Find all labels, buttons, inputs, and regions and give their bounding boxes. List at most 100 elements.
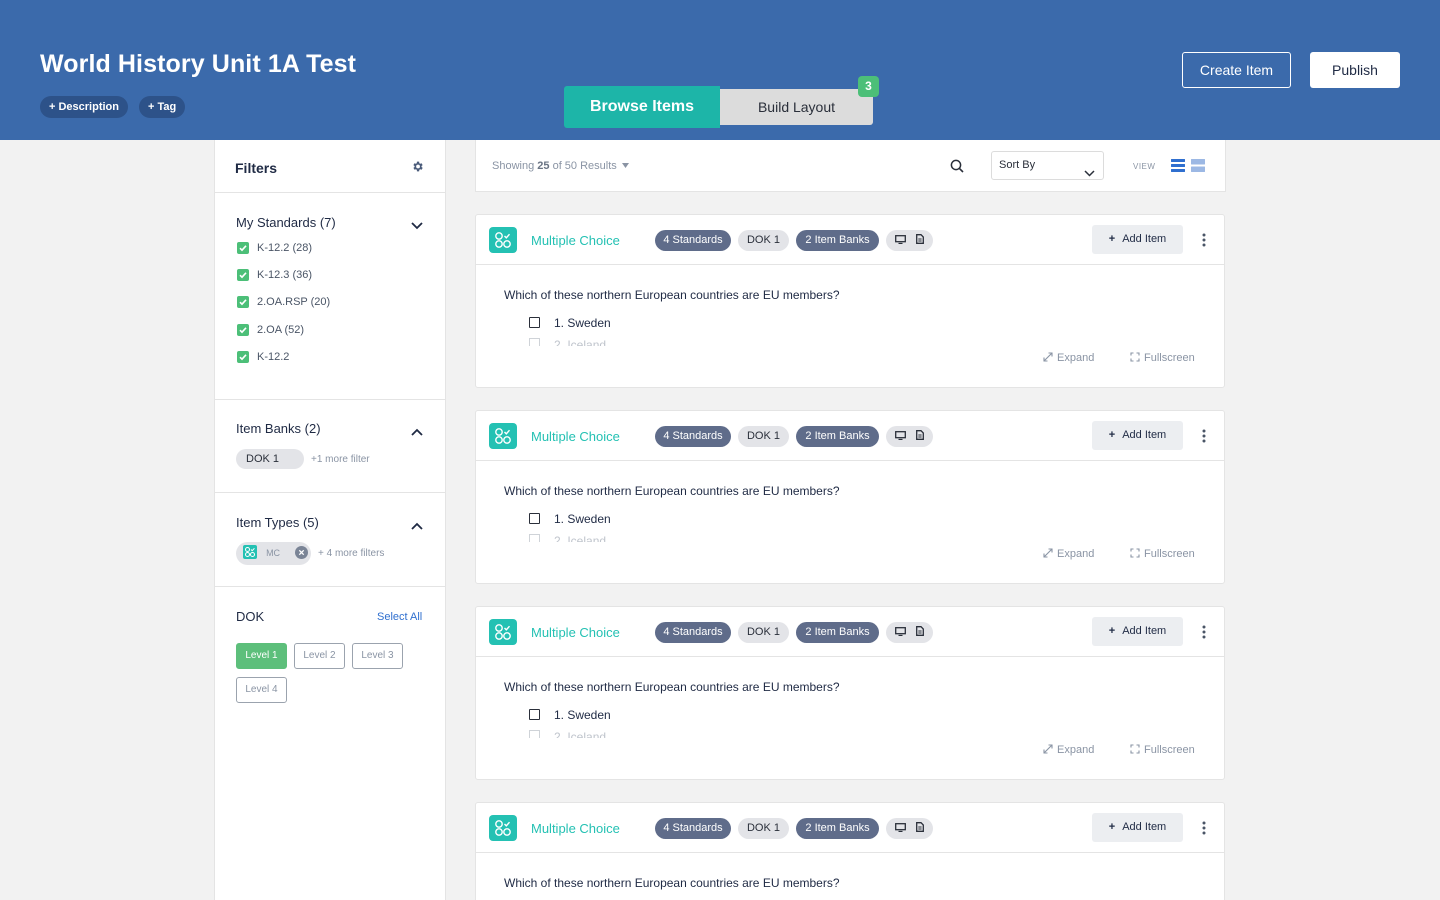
dok-level-4-toggle[interactable]: Level 4 <box>236 677 287 703</box>
search-icon[interactable] <box>950 159 964 178</box>
item-types-section: Item Types (5) MC + 4 more filters <box>215 493 445 587</box>
fullscreen-label: Fullscreen <box>1144 744 1195 756</box>
sort-by-select[interactable]: Sort By <box>991 151 1104 180</box>
add-tag-button[interactable]: + Tag <box>139 96 186 118</box>
item-banks-tag[interactable]: 2 Item Banks <box>796 622 879 643</box>
standard-checkbox-row[interactable]: 2.OA.RSP (20) <box>237 295 330 309</box>
add-item-button[interactable]: + Add Item <box>1092 617 1183 646</box>
chevron-down-icon[interactable] <box>411 217 423 235</box>
filters-sidebar: Filters My Standards (7) K-12.2 (28) K-1… <box>214 140 446 900</box>
item-card[interactable]: Multiple Choice 4 Standards DOK 1 2 Item… <box>475 214 1225 388</box>
question-text: Which of these northern European countri… <box>504 680 840 694</box>
fullscreen-button[interactable]: Fullscreen <box>1130 744 1195 756</box>
expand-button[interactable]: Expand <box>1043 744 1094 756</box>
tab-build-layout[interactable]: Build Layout <box>720 89 873 125</box>
checkbox-checked-icon[interactable] <box>237 269 249 282</box>
chevron-up-icon[interactable] <box>411 423 423 441</box>
card-view-icon[interactable] <box>1191 159 1205 177</box>
standard-label: 2.OA (52) <box>257 324 305 337</box>
answer-option[interactable]: 1. Sweden <box>529 511 611 526</box>
expand-button[interactable]: Expand <box>1043 548 1094 560</box>
item-card[interactable]: Multiple Choice 4 Standards DOK 1 2 Item… <box>475 802 1225 900</box>
dok-level-3-toggle[interactable]: Level 3 <box>352 643 403 669</box>
fullscreen-label: Fullscreen <box>1144 548 1195 560</box>
dok-tag[interactable]: DOK 1 <box>738 622 789 643</box>
more-filters-link[interactable]: +1 more filter <box>311 454 370 465</box>
standards-tag[interactable]: 4 Standards <box>655 426 731 447</box>
standard-label: K-12.2 <box>257 351 290 364</box>
standard-checkbox-row[interactable]: K-12.3 (36) <box>237 268 312 282</box>
checkbox-icon[interactable] <box>529 709 540 721</box>
gear-icon[interactable] <box>411 160 424 178</box>
showing-prefix: Showing <box>492 160 535 172</box>
item-type-label: Multiple Choice <box>531 625 620 640</box>
list-view-icon[interactable] <box>1171 159 1185 177</box>
dok-tag[interactable]: DOK 1 <box>738 426 789 447</box>
expand-label: Expand <box>1057 352 1095 364</box>
more-filters-link[interactable]: + 4 more filters <box>318 548 384 559</box>
create-item-button[interactable]: Create Item <box>1182 52 1291 88</box>
question-text: Which of these northern European countri… <box>504 484 840 498</box>
item-bank-filter-chip[interactable]: DOK 1 <box>236 449 304 469</box>
remove-filter-icon[interactable] <box>295 546 309 559</box>
page-header: World History Unit 1A Test + Description… <box>0 0 1440 140</box>
answer-option[interactable]: 1. Sweden <box>529 707 611 722</box>
add-description-button[interactable]: + Description <box>40 96 128 118</box>
checkbox-checked-icon[interactable] <box>237 351 249 364</box>
multiple-choice-icon <box>489 227 517 253</box>
more-options-icon[interactable] <box>1202 429 1206 448</box>
more-options-icon[interactable] <box>1202 233 1206 252</box>
checkbox-icon[interactable] <box>529 317 540 329</box>
dok-title: DOK <box>236 609 265 624</box>
checkbox-icon[interactable] <box>529 513 540 525</box>
item-card[interactable]: Multiple Choice 4 Standards DOK 1 2 Item… <box>475 606 1225 780</box>
desktop-icon <box>895 431 907 441</box>
answer-option-label: 1. Sweden <box>554 707 611 722</box>
document-icon <box>915 822 924 832</box>
checkbox-checked-icon[interactable] <box>237 296 249 309</box>
checkbox-checked-icon[interactable] <box>237 242 249 255</box>
expand-button[interactable]: Expand <box>1043 352 1094 364</box>
standard-checkbox-row[interactable]: K-12.2 (28) <box>237 241 312 255</box>
add-item-label: Add Item <box>1122 821 1167 833</box>
dok-tag[interactable]: DOK 1 <box>738 230 789 251</box>
chevron-up-icon[interactable] <box>411 517 423 535</box>
answer-option-faded: 2. Iceland <box>529 338 629 346</box>
dok-level-2-toggle[interactable]: Level 2 <box>294 643 345 669</box>
standards-tag[interactable]: 4 Standards <box>655 818 731 839</box>
results-count-dropdown[interactable]: Showing 25 of 50 Results <box>492 160 629 172</box>
select-all-link[interactable]: Select All <box>377 611 422 623</box>
standard-checkbox-row[interactable]: K-12.2 <box>237 350 289 364</box>
item-banks-title: Item Banks (2) <box>236 421 321 436</box>
item-banks-tag[interactable]: 2 Item Banks <box>796 426 879 447</box>
item-card[interactable]: Multiple Choice 4 Standards DOK 1 2 Item… <box>475 410 1225 584</box>
dok-level-1-toggle[interactable]: Level 1 <box>236 643 287 669</box>
item-type-filter-chip[interactable]: MC <box>236 542 311 565</box>
item-banks-tag[interactable]: 2 Item Banks <box>796 230 879 251</box>
answer-option[interactable]: 1. Sweden <box>529 315 611 330</box>
answer-option-label: 2. Iceland <box>554 338 607 346</box>
multiple-choice-icon <box>489 619 517 645</box>
fullscreen-button[interactable]: Fullscreen <box>1130 352 1195 364</box>
device-tag <box>886 818 933 839</box>
item-banks-tag[interactable]: 2 Item Banks <box>796 818 879 839</box>
tab-browse-items[interactable]: Browse Items <box>564 86 720 128</box>
publish-button[interactable]: Publish <box>1310 52 1400 88</box>
standards-tag[interactable]: 4 Standards <box>655 230 731 251</box>
fullscreen-button[interactable]: Fullscreen <box>1130 548 1195 560</box>
desktop-icon <box>895 627 907 637</box>
checkbox-checked-icon[interactable] <box>237 324 249 337</box>
add-item-button[interactable]: + Add Item <box>1092 225 1183 254</box>
device-tag <box>886 622 933 643</box>
standards-tag[interactable]: 4 Standards <box>655 622 731 643</box>
standard-label: 2.OA.RSP (20) <box>257 296 331 309</box>
add-item-button[interactable]: + Add Item <box>1092 813 1183 842</box>
add-item-button[interactable]: + Add Item <box>1092 421 1183 450</box>
standard-checkbox-row[interactable]: 2.OA (52) <box>237 323 304 337</box>
more-options-icon[interactable] <box>1202 821 1206 840</box>
plus-icon: + <box>1108 821 1116 833</box>
dok-tag[interactable]: DOK 1 <box>738 818 789 839</box>
view-label: VIEW <box>1133 162 1156 171</box>
more-options-icon[interactable] <box>1202 625 1206 644</box>
device-tag <box>886 230 933 251</box>
